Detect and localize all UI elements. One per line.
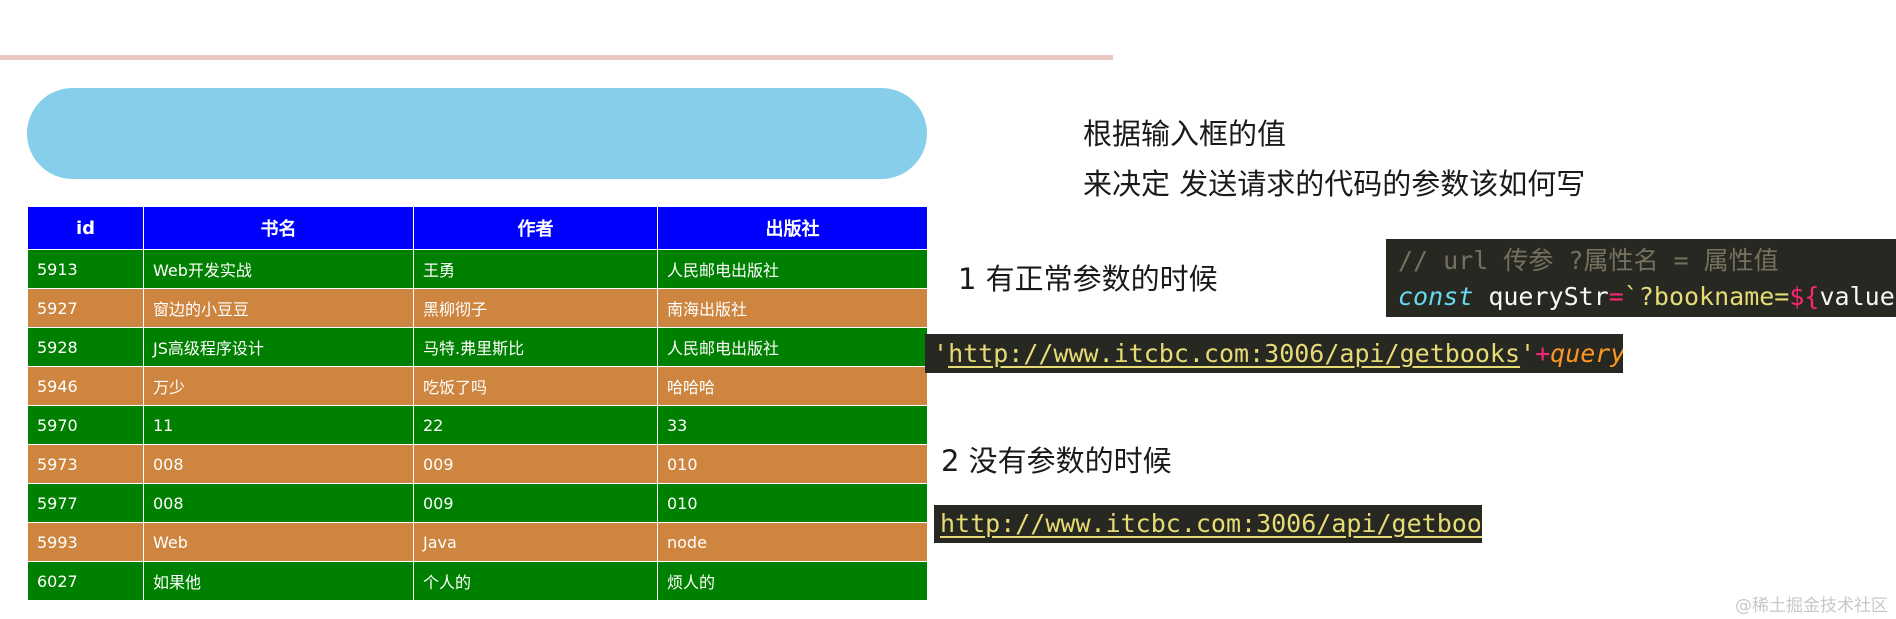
search-input[interactable] bbox=[27, 88, 927, 179]
cell-author: 009 bbox=[413, 483, 658, 523]
cell-author: 个人的 bbox=[413, 561, 658, 601]
cell-publisher: 010 bbox=[657, 483, 928, 523]
code-quote-open: ' bbox=[933, 339, 949, 368]
table-row: 5993 Web Java node bbox=[27, 522, 928, 562]
cell-title: JS高级程序设计 bbox=[143, 327, 414, 367]
cell-id: 5946 bbox=[27, 366, 144, 406]
watermark: @稀土掘金技术社区 bbox=[1735, 596, 1888, 616]
code-assign: = bbox=[1608, 282, 1624, 311]
code-var-name: queryStr bbox=[1473, 282, 1609, 311]
cell-id: 5927 bbox=[27, 288, 144, 328]
code-url: http://www.itcbc.com:3006/api/getbooks bbox=[948, 339, 1521, 368]
cell-title: 窗边的小豆豆 bbox=[143, 288, 414, 328]
cell-author: 王勇 bbox=[413, 249, 658, 289]
cell-publisher: 33 bbox=[657, 405, 928, 445]
cell-author: 马特.弗里斯比 bbox=[413, 327, 658, 367]
code-template-open: `?bookname= bbox=[1623, 282, 1790, 311]
table-row: 5927 窗边的小豆豆 黑柳彻子 南海出版社 bbox=[27, 288, 928, 328]
cell-author: 吃饭了吗 bbox=[413, 366, 658, 406]
table-header-row: id 书名 作者 出版社 bbox=[27, 206, 928, 250]
code-interp-var: value bbox=[1819, 282, 1895, 311]
cell-publisher: 人民邮电出版社 bbox=[657, 327, 928, 367]
table-row: 5946 万少 吃饭了吗 哈哈哈 bbox=[27, 366, 928, 406]
slide: id 书名 作者 出版社 5913 Web开发实战 王勇 人民邮电出版社 592… bbox=[0, 0, 1896, 619]
code-comment: // url 传参 ?属性名 = 属性值 bbox=[1398, 246, 1779, 275]
cell-id: 5928 bbox=[27, 327, 144, 367]
table-row: 5913 Web开发实战 王勇 人民邮电出版社 bbox=[27, 249, 928, 289]
cell-author: Java bbox=[413, 522, 658, 562]
cell-publisher: 人民邮电出版社 bbox=[657, 249, 928, 289]
code-quote-close: ' bbox=[1520, 339, 1536, 368]
top-divider bbox=[0, 55, 1113, 60]
table-row: 5928 JS高级程序设计 马特.弗里斯比 人民邮电出版社 bbox=[27, 327, 928, 367]
col-header-author: 作者 bbox=[413, 206, 658, 250]
cell-author: 黑柳彻子 bbox=[413, 288, 658, 328]
table-row: 5970 11 22 33 bbox=[27, 405, 928, 445]
code-interp-open: ${ bbox=[1789, 282, 1820, 311]
code-snippet-url-with-query: 'http://www.itcbc.com:3006/api/getbooks'… bbox=[925, 334, 1623, 373]
code-snippet-query: // url 传参 ?属性名 = 属性值 const queryStr=`?bo… bbox=[1386, 239, 1896, 317]
cell-id: 5993 bbox=[27, 522, 144, 562]
cell-title: Web bbox=[143, 522, 414, 562]
cell-id: 6027 bbox=[27, 561, 144, 601]
cell-id: 5970 bbox=[27, 405, 144, 445]
cell-title: Web开发实战 bbox=[143, 249, 414, 289]
col-header-publisher: 出版社 bbox=[657, 206, 928, 250]
table-row: 5977 008 009 010 bbox=[27, 483, 928, 523]
code-query-var: query bbox=[1550, 339, 1623, 368]
col-header-id: id bbox=[27, 206, 144, 250]
case-without-params: 2 没有参数的时候 bbox=[941, 444, 1172, 478]
note-line-1: 根据输入框的值 bbox=[1083, 117, 1287, 151]
table-row: 5973 008 009 010 bbox=[27, 444, 928, 484]
case-with-params: 1 有正常参数的时候 bbox=[958, 262, 1218, 296]
note-line-2: 来决定 发送请求的代码的参数该如何写 bbox=[1083, 167, 1586, 201]
cell-title: 11 bbox=[143, 405, 414, 445]
cell-publisher: 南海出版社 bbox=[657, 288, 928, 328]
col-header-title: 书名 bbox=[143, 206, 414, 250]
cell-publisher: node bbox=[657, 522, 928, 562]
code-plus: + bbox=[1535, 339, 1551, 368]
table-row: 6027 如果他 个人的 烦人的 bbox=[27, 561, 928, 601]
cell-author: 22 bbox=[413, 405, 658, 445]
code-plain-url: http://www.itcbc.com:3006/api/getbooks bbox=[940, 509, 1482, 538]
cell-publisher: 哈哈哈 bbox=[657, 366, 928, 406]
cell-publisher: 烦人的 bbox=[657, 561, 928, 601]
code-snippet-plain-url: http://www.itcbc.com:3006/api/getbooks bbox=[934, 505, 1482, 543]
books-table: id 书名 作者 出版社 5913 Web开发实战 王勇 人民邮电出版社 592… bbox=[27, 206, 928, 601]
cell-title: 如果他 bbox=[143, 561, 414, 601]
cell-title: 008 bbox=[143, 444, 414, 484]
code-const-keyword: const bbox=[1398, 282, 1474, 311]
cell-id: 5973 bbox=[27, 444, 144, 484]
cell-title: 万少 bbox=[143, 366, 414, 406]
cell-id: 5913 bbox=[27, 249, 144, 289]
cell-title: 008 bbox=[143, 483, 414, 523]
cell-publisher: 010 bbox=[657, 444, 928, 484]
cell-id: 5977 bbox=[27, 483, 144, 523]
cell-author: 009 bbox=[413, 444, 658, 484]
